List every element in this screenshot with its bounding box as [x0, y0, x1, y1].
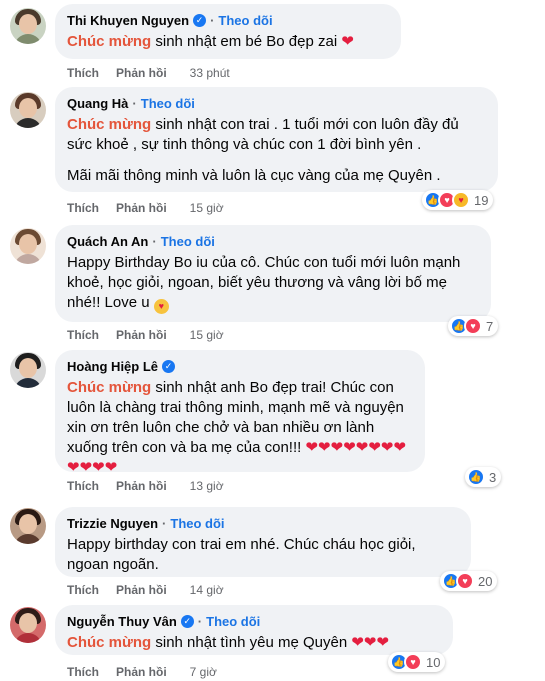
reactions-summary[interactable]: 👍 3 [465, 467, 502, 487]
follow-link[interactable]: Theo dõi [141, 96, 195, 111]
comment-bubble: Hoàng Hiệp Lê ✓ Chúc mừng sinh nhật anh … [55, 350, 425, 476]
comment-actions: Thích Phản hồi 7 giờ [67, 665, 217, 679]
like-button[interactable]: Thích [67, 479, 99, 493]
reply-button[interactable]: Phản hồi [116, 583, 167, 597]
avatar[interactable] [10, 607, 46, 643]
care-icon: ♥ [452, 191, 470, 209]
love-icon: ♥ [404, 653, 422, 671]
timestamp[interactable]: 13 giờ [190, 479, 224, 493]
commenter-name[interactable]: Quang Hà [67, 96, 128, 111]
timestamp[interactable]: 15 giờ [190, 328, 224, 342]
reactions-summary[interactable]: 👍 ♥ ♥ 19 [422, 190, 494, 210]
follow-link[interactable]: Theo dõi [218, 13, 272, 28]
comment-text: Chúc mừng sinh nhật anh Bo đẹp trai! Chú… [67, 379, 407, 476]
comment-actions: Thích Phản hồi 15 giờ [67, 201, 224, 215]
follow-link[interactable]: Theo dõi [161, 234, 215, 249]
kiss-emoji-icon: ♥ [153, 299, 169, 314]
separator: · [197, 613, 203, 629]
timestamp[interactable]: 33 phút [190, 66, 230, 80]
reply-button[interactable]: Phản hồi [116, 665, 167, 679]
separator: · [152, 233, 157, 249]
comment-actions: Thích Phản hồi 14 giờ [67, 583, 224, 597]
comment-actions: Thích Phản hồi 33 phút [67, 66, 230, 80]
hearts-emoji: ❤❤❤ [351, 634, 390, 651]
highlight-text: Chúc mừng [67, 634, 152, 651]
highlight-text: Chúc mừng [67, 116, 152, 133]
comment-bubble: Quách An An · Theo dõi Happy Birthday Bo… [55, 225, 491, 322]
reactions-summary[interactable]: 👍 ♥ 10 [388, 652, 446, 672]
verified-badge-icon: ✓ [180, 614, 194, 628]
avatar[interactable] [10, 92, 46, 128]
comment-text: Chúc mừng sinh nhật con trai . 1 tuổi mớ… [67, 116, 459, 184]
commenter-name[interactable]: Thi Khuyen Nguyen [67, 13, 189, 28]
comment-actions: Thích Phản hồi 15 giờ [67, 328, 224, 342]
separator: · [162, 515, 167, 531]
reply-button[interactable]: Phản hồi [116, 479, 167, 493]
like-icon: 👍 [467, 468, 485, 486]
comment-bubble: Trizzie Nguyen · Theo dõi Happy birthday… [55, 507, 471, 577]
timestamp[interactable]: 14 giờ [190, 583, 224, 597]
comment-text: Happy Birthday Bo iu của cô. Chúc con tu… [67, 253, 479, 314]
follow-link[interactable]: Theo dõi [206, 614, 260, 629]
comment-bubble: Quang Hà · Theo dõi Chúc mừng sinh nhật … [55, 87, 498, 192]
separator: · [210, 12, 215, 28]
like-button[interactable]: Thích [67, 201, 99, 215]
avatar[interactable] [10, 8, 46, 44]
like-button[interactable]: Thích [67, 66, 99, 80]
reaction-count: 7 [486, 318, 494, 334]
reply-button[interactable]: Phản hồi [116, 66, 167, 80]
commenter-name[interactable]: Hoàng Hiệp Lê [67, 359, 158, 374]
avatar[interactable] [10, 508, 46, 544]
separator: · [132, 95, 137, 111]
verified-badge-icon: ✓ [162, 359, 176, 373]
comment-actions: Thích Phản hồi 13 giờ [67, 479, 224, 493]
reaction-count: 10 [426, 654, 441, 670]
comment-text: Chúc mừng sinh nhật em bé Bo đẹp zai ❤ [67, 33, 354, 50]
love-icon: ♥ [464, 317, 482, 335]
verified-badge-icon: ✓ [193, 13, 207, 27]
reaction-count: 3 [489, 469, 497, 485]
reaction-count: 20 [478, 573, 493, 589]
avatar[interactable] [10, 352, 46, 388]
like-button[interactable]: Thích [67, 665, 99, 679]
reply-button[interactable]: Phản hồi [116, 328, 167, 342]
avatar[interactable] [10, 228, 46, 264]
comment-text: Happy birthday con trai em nhé. Chúc chá… [67, 536, 416, 573]
reactions-summary[interactable]: 👍 ♥ 7 [448, 316, 499, 336]
love-icon: ♥ [456, 572, 474, 590]
reactions-summary[interactable]: 👍 ♥ 20 [440, 571, 498, 591]
timestamp[interactable]: 15 giờ [190, 201, 224, 215]
comment-bubble: Thi Khuyen Nguyen ✓ · Theo dõi Chúc mừng… [55, 4, 401, 59]
timestamp[interactable]: 7 giờ [190, 665, 217, 679]
highlight-text: Chúc mừng [67, 379, 152, 396]
comment-text: Chúc mừng sinh nhật tình yêu mẹ Quyên ❤❤… [67, 634, 390, 651]
heart-icon: ❤ [341, 33, 354, 50]
reaction-count: 19 [474, 192, 489, 208]
commenter-name[interactable]: Trizzie Nguyen [67, 516, 158, 531]
comment-bubble: Nguyễn Thuy Vân ✓ · Theo dõi Chúc mừng s… [55, 605, 453, 655]
like-button[interactable]: Thích [67, 328, 99, 342]
commenter-name[interactable]: Quách An An [67, 234, 148, 249]
commenter-name[interactable]: Nguyễn Thuy Vân [67, 614, 177, 629]
highlight-text: Chúc mừng [67, 33, 152, 50]
follow-link[interactable]: Theo dõi [170, 516, 224, 531]
reply-button[interactable]: Phản hồi [116, 201, 167, 215]
like-button[interactable]: Thích [67, 583, 99, 597]
